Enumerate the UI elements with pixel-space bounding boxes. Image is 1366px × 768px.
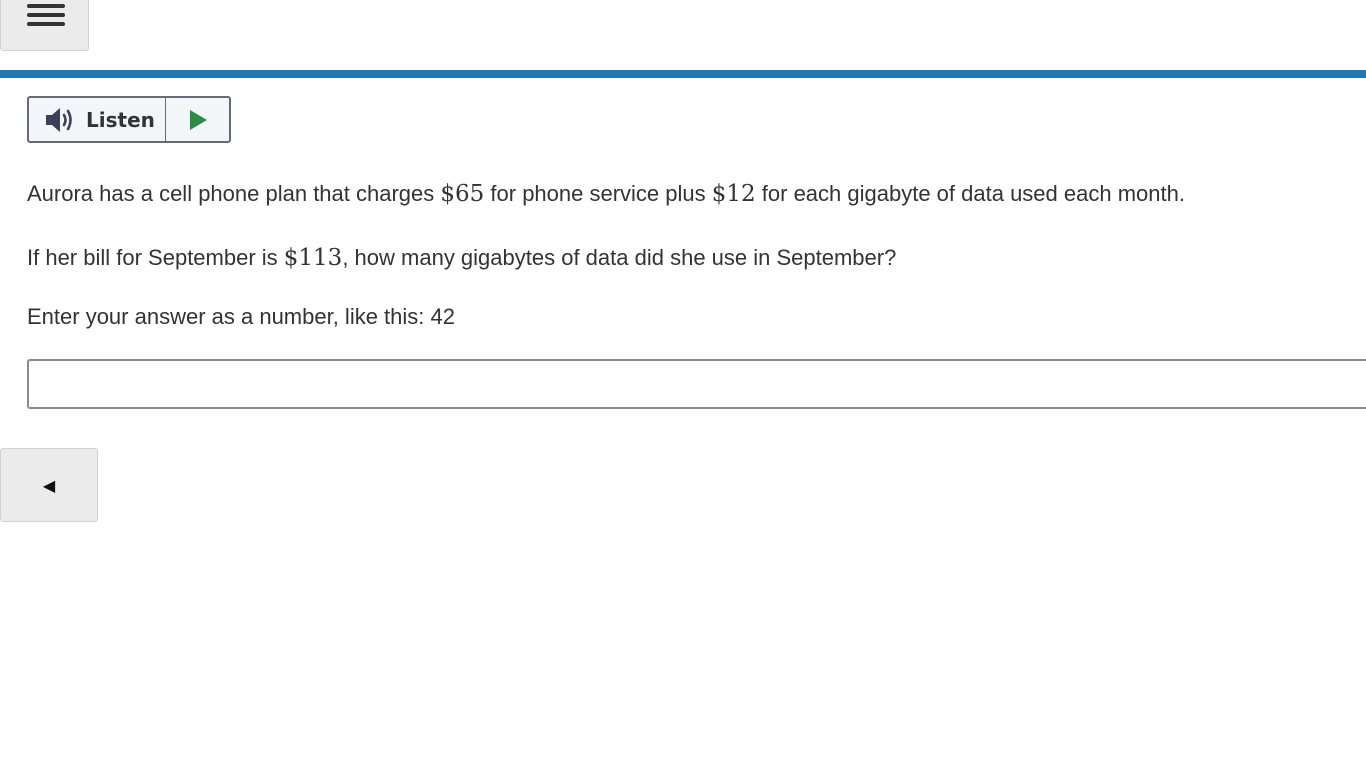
hamburger-icon xyxy=(27,4,65,8)
question-text: Aurora has a cell phone plan that charge… xyxy=(27,181,441,206)
listen-label: Listen xyxy=(86,107,155,132)
question-line-1: Aurora has a cell phone plan that charge… xyxy=(27,179,1185,209)
question-text: If her bill for September is xyxy=(27,245,284,270)
play-button[interactable] xyxy=(166,98,229,141)
back-button[interactable]: ◀ xyxy=(0,448,98,522)
question-text: for phone service plus xyxy=(484,181,712,206)
math-value: $12 xyxy=(711,181,756,207)
answer-input[interactable] xyxy=(27,359,1366,409)
math-value: $113 xyxy=(283,245,343,271)
left-triangle-icon: ◀ xyxy=(42,475,56,495)
speaker-icon xyxy=(46,107,72,132)
question-line-2: If her bill for September is $113, how m… xyxy=(27,243,896,273)
question-text: for each gigabyte of data used each mont… xyxy=(755,181,1185,206)
play-icon xyxy=(189,109,207,130)
question-text: , how many gigabytes of data did she use… xyxy=(342,245,897,270)
text-to-speech-widget: Listen xyxy=(27,96,231,143)
answer-instruction: Enter your answer as a number, like this… xyxy=(27,304,455,329)
listen-button[interactable]: Listen xyxy=(29,98,166,141)
hamburger-icon-bar xyxy=(27,22,65,26)
hamburger-icon-bar xyxy=(27,13,65,17)
menu-button[interactable] xyxy=(0,0,89,51)
header-divider xyxy=(0,70,1366,78)
math-value: $65 xyxy=(440,181,485,207)
